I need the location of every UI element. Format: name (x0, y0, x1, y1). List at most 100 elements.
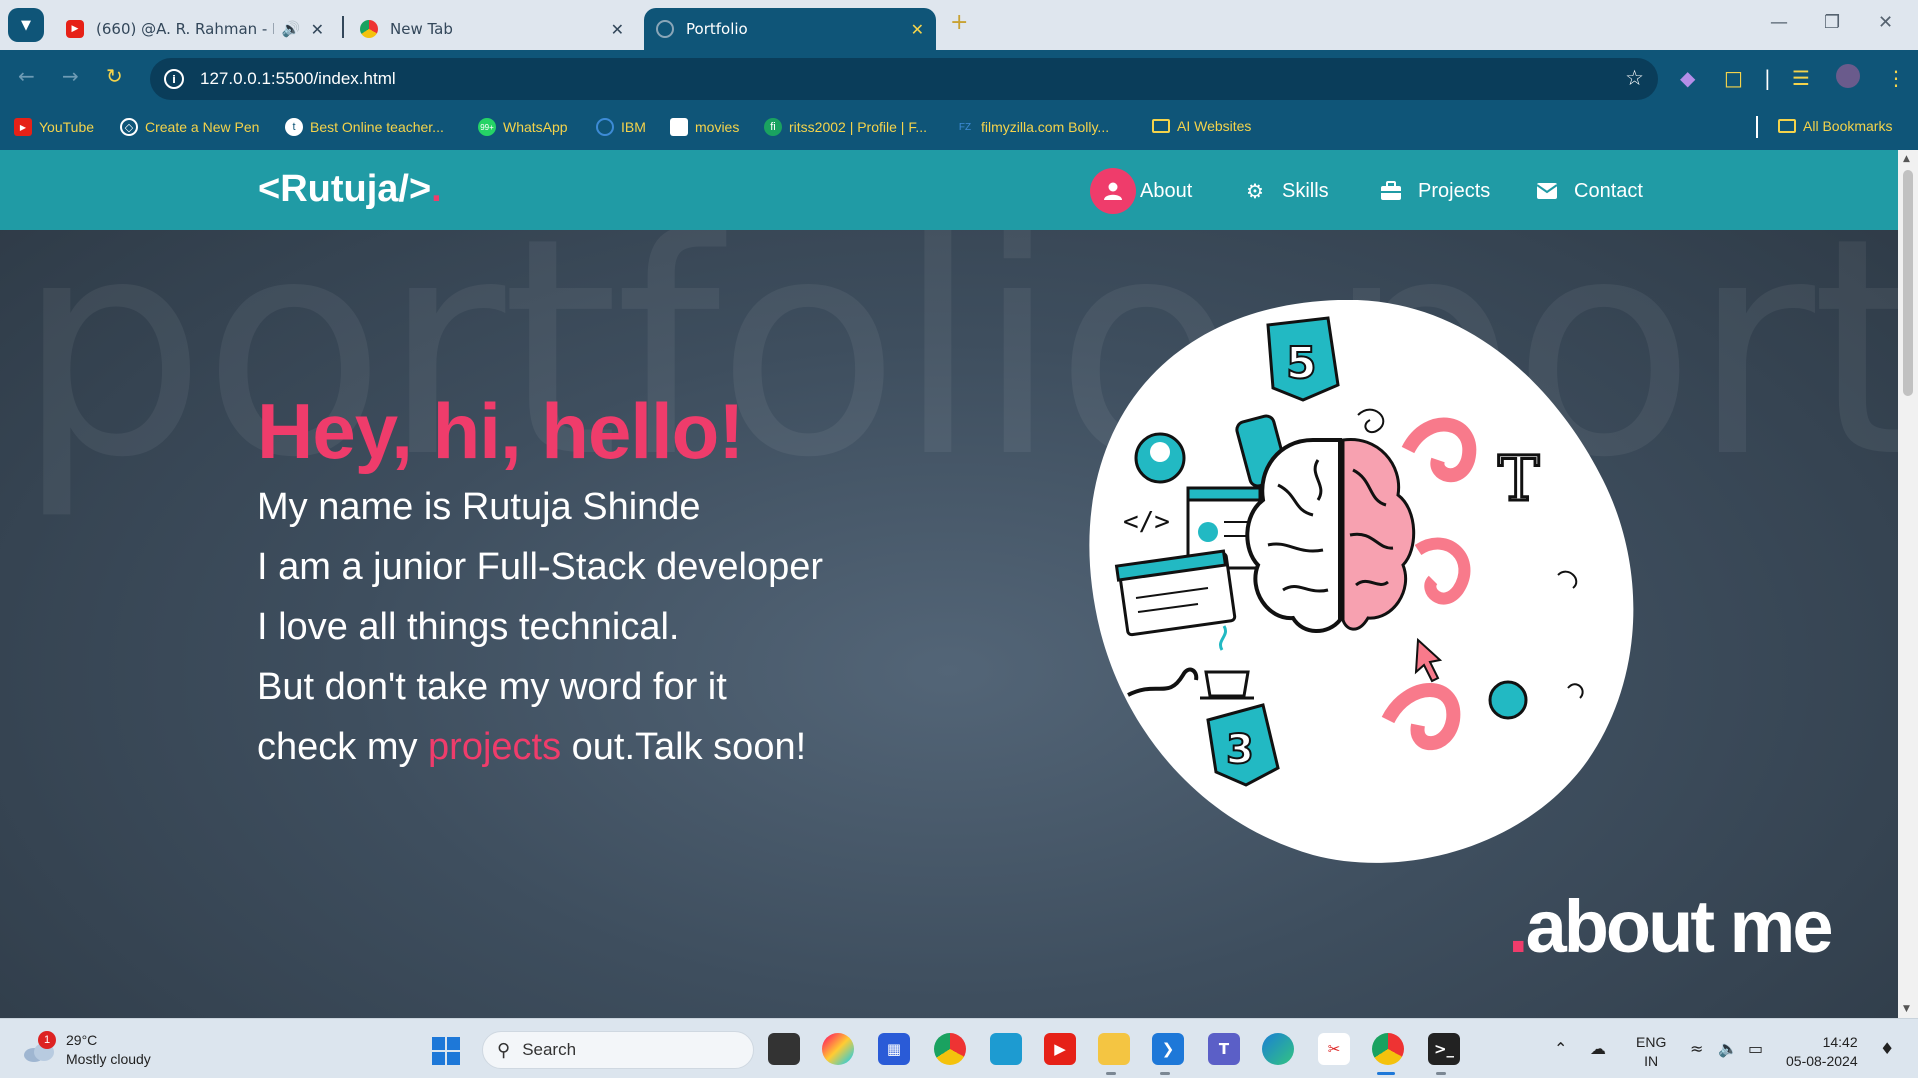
youtube-app-icon[interactable]: ▶ (1044, 1033, 1076, 1065)
svg-text:5: 5 (1286, 338, 1317, 389)
close-tab-icon[interactable]: ✕ (311, 20, 324, 39)
chrome-app-icon[interactable] (934, 1033, 966, 1065)
system-clock[interactable]: 14:42 05-08-2024 (1786, 1033, 1858, 1071)
scroll-up-arrow-icon[interactable]: ▲ (1903, 154, 1910, 164)
close-window-icon[interactable]: ✕ (1878, 12, 1893, 33)
store-icon[interactable]: ▦ (878, 1033, 910, 1065)
bookmark-ibm[interactable]: IBM (596, 118, 646, 136)
task-view-icon[interactable] (768, 1033, 800, 1065)
bookmark-ai-websites[interactable]: AI Websites (1152, 118, 1251, 134)
extensions-icon[interactable]: □ (1724, 66, 1743, 90)
windows-start-button[interactable] (432, 1037, 460, 1065)
wifi-icon[interactable]: ≈ (1690, 1039, 1703, 1058)
language-indicator[interactable]: ENG IN (1636, 1033, 1666, 1071)
nav-projects[interactable]: Projects (1368, 168, 1490, 214)
page-icon (670, 118, 688, 136)
copilot-app-icon[interactable] (822, 1033, 854, 1065)
youtube-icon: ▶ (14, 118, 32, 136)
menu-kebab-icon[interactable]: ⋮ (1886, 66, 1906, 90)
bookmark-movies[interactable]: movies (670, 118, 739, 136)
bookmark-label: AI Websites (1177, 118, 1252, 134)
folder-icon (1152, 119, 1170, 133)
teacher-site-icon: t (285, 118, 303, 136)
url-text[interactable]: 127.0.0.1:5500/index.html (200, 69, 396, 89)
taskbar-search[interactable]: ⚲ Search (482, 1031, 754, 1069)
volume-icon[interactable]: 🔈 (1718, 1039, 1738, 1058)
bookmark-star-icon[interactable]: ☆ (1625, 66, 1644, 90)
minimize-icon[interactable]: — (1770, 12, 1788, 33)
close-tab-icon[interactable]: ✕ (611, 20, 624, 39)
page-scrollbar[interactable]: ▲ ▼ (1898, 150, 1918, 1018)
bookmark-label: YouTube (39, 119, 95, 135)
nav-about[interactable]: About (1090, 168, 1192, 214)
profile-avatar-icon[interactable] (1836, 64, 1860, 88)
bookmarks-divider (1756, 116, 1758, 138)
projects-link[interactable]: projects (428, 726, 561, 768)
page-viewport: <Rutuja/>. About ⚙ Skills Projects Conta… (0, 150, 1898, 1018)
heading-dot: . (1508, 885, 1528, 968)
logo-text: <Rutuja/> (258, 168, 432, 210)
hero-heading: Hey, hi, hello! (257, 387, 744, 475)
running-indicator (1436, 1072, 1446, 1075)
cloudy-weather-icon: 1 (22, 1031, 56, 1062)
speaker-icon[interactable]: 🔊 (282, 20, 301, 38)
restore-icon[interactable]: ❐ (1824, 12, 1840, 33)
running-indicator (1106, 1072, 1116, 1075)
teams-icon[interactable]: T (1208, 1033, 1240, 1065)
tab-portfolio[interactable]: Portfolio ✕ (644, 8, 936, 50)
media-control-icon[interactable]: ☰ (1792, 66, 1810, 90)
svg-text:3: 3 (1226, 727, 1254, 773)
copilot-icon[interactable]: ◆ (1680, 66, 1695, 90)
battery-icon[interactable]: ▭ (1748, 1039, 1763, 1058)
close-tab-icon[interactable]: ✕ (911, 20, 924, 39)
bookmark-codepen[interactable]: ◇ Create a New Pen (120, 118, 259, 136)
reload-icon[interactable]: ↻ (106, 64, 123, 88)
hero-line: check my projects out.Talk soon! (257, 717, 823, 777)
notes-app-icon[interactable] (990, 1033, 1022, 1065)
new-tab-button[interactable]: + (950, 10, 968, 35)
bookmark-label: IBM (621, 119, 646, 135)
bookmark-label: WhatsApp (503, 119, 568, 135)
address-bar[interactable]: i 127.0.0.1:5500/index.html ☆ (150, 58, 1658, 100)
tab-search-button[interactable]: ▼ (8, 8, 44, 42)
tab-youtube[interactable]: ▶ (660) @A. R. Rahman - Radi 🔊 ✕ (54, 8, 336, 50)
bookmark-teacher[interactable]: t Best Online teacher... (285, 118, 444, 136)
weather-widget[interactable]: 1 29°C Mostly cloudy (22, 1031, 151, 1069)
active-indicator (1377, 1072, 1395, 1075)
vscode-icon[interactable]: ❯ (1152, 1033, 1184, 1065)
snipping-tool-icon[interactable]: ✂ (1318, 1033, 1350, 1065)
windows-taskbar: 1 29°C Mostly cloudy ⚲ Search ▦ ▶ ❯ T ✂ … (0, 1018, 1918, 1078)
bookmark-whatsapp[interactable]: 99+ WhatsApp (478, 118, 568, 136)
tab-strip: ▼ ▶ (660) @A. R. Rahman - Radi 🔊 ✕ New T… (0, 0, 1918, 50)
all-bookmarks-button[interactable]: All Bookmarks (1778, 118, 1892, 134)
bookmark-label: Create a New Pen (145, 119, 260, 135)
bookmark-profile[interactable]: fi ritss2002 | Profile | F... (764, 118, 927, 136)
bookmark-label: filmyzilla.com Bolly... (981, 119, 1110, 135)
hero-line: But don't take my word for it (257, 666, 727, 708)
chevron-up-icon[interactable]: ⌃ (1554, 1039, 1567, 1058)
region-code: IN (1644, 1053, 1659, 1069)
nav-skills[interactable]: ⚙ Skills (1232, 168, 1329, 214)
scroll-down-arrow-icon[interactable]: ▼ (1903, 1004, 1910, 1014)
file-explorer-icon[interactable] (1098, 1033, 1130, 1065)
back-arrow-icon[interactable]: ← (18, 64, 35, 88)
chrome-profile-icon[interactable] (1372, 1033, 1404, 1065)
chevron-down-icon: ▼ (21, 17, 31, 33)
bookmarks-bar: ▶ YouTube ◇ Create a New Pen t Best Onli… (0, 108, 1918, 150)
terminal-icon[interactable]: >_ (1428, 1033, 1460, 1065)
briefcase-icon (1368, 168, 1414, 214)
nav-contact[interactable]: Contact (1524, 168, 1643, 214)
tab-new-tab[interactable]: New Tab ✕ (348, 8, 636, 50)
toolbar-divider: | (1764, 66, 1771, 90)
folder-icon (1778, 119, 1796, 133)
onedrive-icon[interactable]: ☁ (1590, 1039, 1606, 1058)
forward-arrow-icon[interactable]: → (62, 64, 79, 88)
site-logo[interactable]: <Rutuja/>. (258, 168, 442, 211)
notification-bell-icon[interactable]: ♦ (1880, 1039, 1894, 1058)
bookmark-filmyzilla[interactable]: FZ filmyzilla.com Bolly... (956, 118, 1109, 136)
site-info-icon[interactable]: i (164, 69, 184, 89)
edge-icon[interactable] (1262, 1033, 1294, 1065)
scrollbar-thumb[interactable] (1903, 170, 1913, 396)
site-header: <Rutuja/>. About ⚙ Skills Projects Conta… (0, 150, 1898, 230)
bookmark-youtube[interactable]: ▶ YouTube (14, 118, 94, 136)
